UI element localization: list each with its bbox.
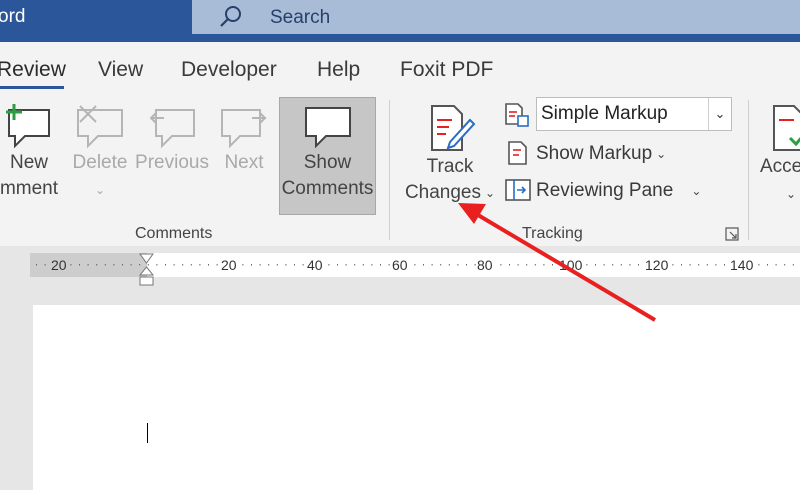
annotation-arrow: [458, 203, 657, 322]
